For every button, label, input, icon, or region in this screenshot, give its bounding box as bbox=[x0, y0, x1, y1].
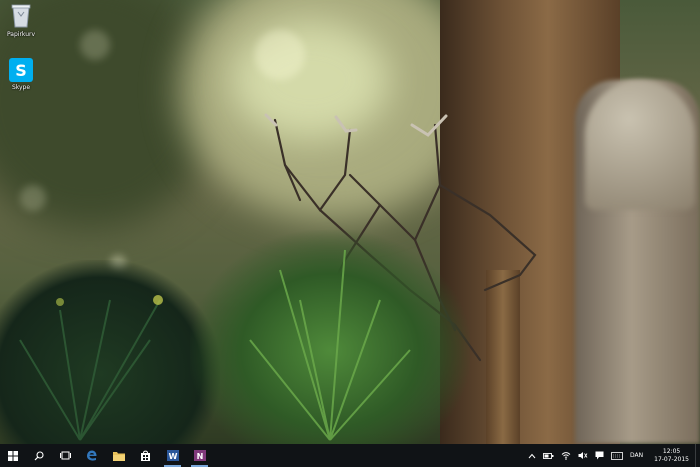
search-button[interactable] bbox=[26, 444, 52, 467]
svg-text:S: S bbox=[15, 61, 27, 80]
desktop-wallpaper: Papirkurv S Skype bbox=[0, 0, 700, 444]
desktop-icon-recycle-bin[interactable]: Papirkurv bbox=[1, 3, 41, 38]
skype-icon: S bbox=[9, 58, 33, 82]
leaf-sprigs bbox=[19, 249, 411, 441]
svg-text:N: N bbox=[196, 452, 203, 461]
desktop-icon-label: Skype bbox=[11, 84, 31, 91]
onenote-icon: N bbox=[193, 450, 206, 461]
tray-action-center[interactable] bbox=[591, 444, 608, 467]
show-desktop-button[interactable] bbox=[695, 444, 700, 467]
speaker-icon bbox=[578, 452, 587, 459]
word-icon: W bbox=[166, 450, 179, 461]
start-button[interactable] bbox=[0, 444, 26, 467]
taskbar: W N DAN 12:05 17-07-2015 bbox=[0, 444, 700, 467]
folder-icon bbox=[112, 451, 125, 461]
desktop-icon-label: Papirkurv bbox=[6, 31, 36, 38]
taskbar-app-file-explorer[interactable] bbox=[105, 444, 132, 467]
taskbar-app-onenote[interactable]: N bbox=[186, 444, 213, 467]
svg-text:W: W bbox=[168, 452, 177, 461]
taskbar-app-word[interactable]: W bbox=[159, 444, 186, 467]
input-language-indicator[interactable]: DAN bbox=[625, 452, 648, 459]
tray-battery[interactable] bbox=[540, 444, 557, 467]
notification-icon bbox=[595, 451, 604, 460]
store-icon bbox=[141, 450, 150, 461]
taskbar-app-edge[interactable] bbox=[78, 444, 105, 467]
clock[interactable]: 12:05 17-07-2015 bbox=[648, 448, 695, 464]
windows-logo-icon bbox=[8, 450, 18, 461]
task-view-icon bbox=[59, 451, 71, 460]
battery-icon bbox=[543, 452, 554, 459]
taskbar-app-store[interactable] bbox=[132, 444, 159, 467]
recycle-bin-icon bbox=[11, 4, 31, 28]
desktop-icon-skype[interactable]: S Skype bbox=[1, 58, 41, 91]
tray-keyboard[interactable] bbox=[608, 444, 625, 467]
tray-network[interactable] bbox=[557, 444, 574, 467]
clock-date: 17-07-2015 bbox=[654, 455, 689, 463]
clock-time: 12:05 bbox=[662, 447, 681, 455]
search-icon bbox=[34, 450, 44, 460]
keyboard-icon bbox=[610, 451, 623, 460]
task-view-button[interactable] bbox=[52, 444, 78, 467]
edge-icon bbox=[87, 450, 97, 461]
tray-volume[interactable] bbox=[574, 444, 591, 467]
wifi-icon bbox=[561, 452, 570, 460]
system-tray: DAN 12:05 17-07-2015 bbox=[523, 444, 700, 467]
chevron-up-icon bbox=[528, 453, 535, 458]
tray-overflow-button[interactable] bbox=[523, 444, 540, 467]
